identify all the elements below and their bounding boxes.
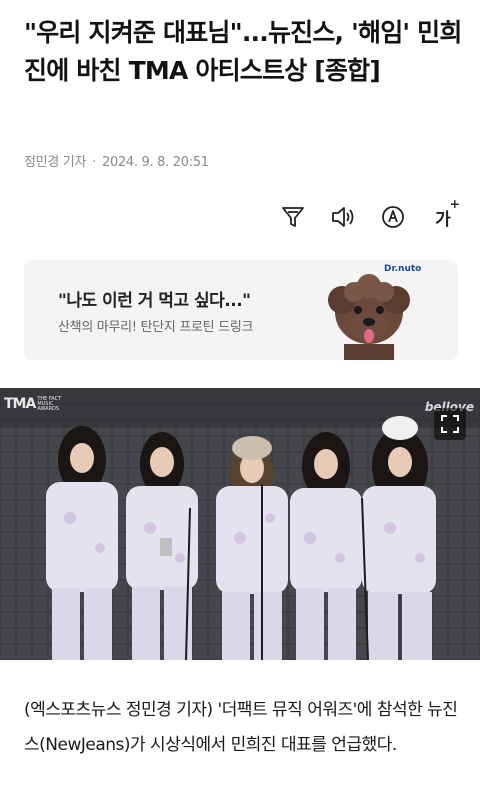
font-size-button[interactable]: 가 + <box>428 196 460 232</box>
translate-icon <box>382 206 404 228</box>
summary-button[interactable] <box>278 202 308 232</box>
reporter-name[interactable]: 정민경 기자 <box>24 155 86 170</box>
ad-subtitle: 산책의 마무리! 탄단지 프로틴 드링크 <box>58 320 254 335</box>
expand-photo-button[interactable] <box>434 408 466 440</box>
article-body: (엑스포츠뉴스 정민경 기자) '더팩트 뮤직 어워즈'에 참석한 뉴진스(Ne… <box>24 700 458 755</box>
speaker-icon <box>332 207 354 227</box>
article-headline: "우리 지켜준 대표님"...뉴진스, '해임' 민희진에 바친 TMA 아티스… <box>24 18 462 85</box>
separator-dot: · <box>92 155 96 170</box>
article-photo[interactable]: TMA THE FACT MUSIC AWARDS bellove <box>0 388 480 660</box>
byline: 정민경 기자 · 2024. 9. 8. 20:51 <box>24 151 209 170</box>
ad-brand: Dr.nuto <box>384 264 422 274</box>
expand-icon <box>441 415 459 433</box>
font-size-label: 가 <box>435 209 451 230</box>
tts-button[interactable] <box>328 202 358 232</box>
translate-button[interactable] <box>378 202 408 232</box>
font-size-icon: 가 + <box>435 196 460 230</box>
ad-banner[interactable]: "나도 이런 거 먹고 싶다..." 산책의 마무리! 탄단지 프로틴 드링크 … <box>24 260 458 360</box>
ad-title: "나도 이런 거 먹고 싶다..." <box>58 291 251 311</box>
stage-photo <box>0 388 480 660</box>
summary-icon <box>282 207 304 227</box>
dog-image <box>328 274 410 360</box>
publish-timestamp: 2024. 9. 8. 20:51 <box>101 155 209 170</box>
article-toolbar: 가 + <box>278 196 460 232</box>
tma-logo: TMA THE FACT MUSIC AWARDS <box>4 395 62 412</box>
